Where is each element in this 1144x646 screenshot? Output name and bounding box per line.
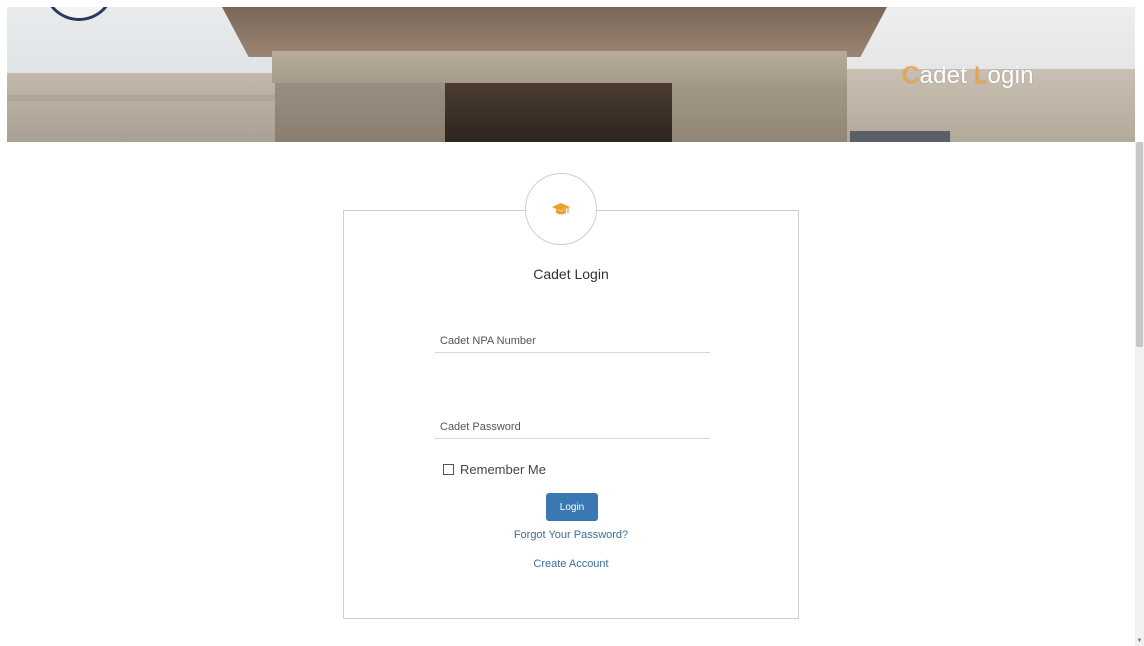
login-card: Cadet Login Cadet NPA Number Cadet Passw… xyxy=(343,210,799,619)
banner-title: Cadet Login xyxy=(902,62,1034,90)
remember-me-label[interactable]: Remember Me xyxy=(460,462,546,477)
header-banner: Cadet Login xyxy=(7,7,1135,142)
npa-number-input[interactable] xyxy=(435,349,710,353)
graduation-cap-icon xyxy=(552,203,570,215)
banner-title-accent: C xyxy=(902,62,920,89)
card-badge xyxy=(525,173,597,245)
banner-building-entrance xyxy=(445,83,672,142)
npa-number-field: Cadet NPA Number xyxy=(435,335,710,353)
scrollbar-thumb[interactable] xyxy=(1136,142,1143,347)
card-title: Cadet Login xyxy=(533,266,609,282)
banner-title-text: adet xyxy=(919,62,974,89)
npa-number-label: Cadet NPA Number xyxy=(440,335,536,347)
scroll-down-icon[interactable]: ▼ xyxy=(1136,638,1143,644)
password-label: Cadet Password xyxy=(440,421,521,433)
banner-building-band xyxy=(272,51,847,83)
banner-building-pillar xyxy=(672,83,847,142)
banner-building-window xyxy=(850,131,950,142)
banner-building-wall xyxy=(7,73,277,142)
banner-building-pillar xyxy=(275,83,445,142)
password-field: Cadet Password xyxy=(435,421,710,439)
remember-me-checkbox[interactable] xyxy=(443,464,454,475)
create-account-link[interactable]: Create Account xyxy=(344,558,798,570)
forgot-password-link[interactable]: Forgot Your Password? xyxy=(344,529,798,541)
password-input[interactable] xyxy=(435,435,710,439)
login-button[interactable]: Login xyxy=(546,493,598,521)
banner-building-stripe xyxy=(7,95,277,101)
banner-title-text: ogin xyxy=(987,62,1034,89)
banner-building-canopy xyxy=(222,7,887,57)
banner-title-accent: L xyxy=(973,62,988,89)
page-scrollbar[interactable]: ▼ xyxy=(1135,142,1144,646)
remember-me-row[interactable]: Remember Me xyxy=(443,462,546,477)
